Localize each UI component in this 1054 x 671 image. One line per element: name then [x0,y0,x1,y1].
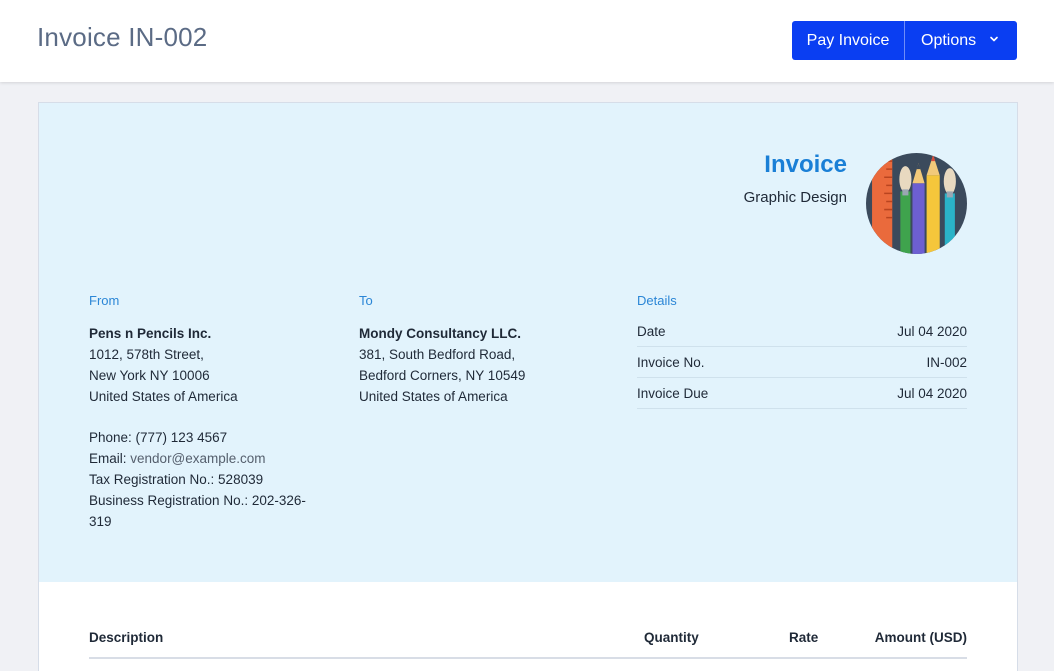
to-label: To [359,293,373,308]
from-label: From [89,293,120,308]
column-header-description: Description [89,630,164,645]
chevron-down-icon [990,36,998,42]
details-label: Details [637,293,677,308]
details-value: Jul 04 2020 [897,385,967,401]
from-address-line: New York NY 10006 [89,368,210,383]
from-block: Pens n Pencils Inc. 1012, 578th Street, … [89,323,319,532]
to-name: Mondy Consultancy LLC. [359,326,521,341]
to-address-line: United States of America [359,389,508,404]
column-header-quantity: Quantity [644,630,699,645]
top-bar: Invoice IN-002 Pay Invoice Options [0,0,1054,82]
options-label: Options [921,31,977,49]
details-list: Date Jul 04 2020 Invoice No. IN-002 Invo… [637,316,967,409]
column-header-rate: Rate [789,630,819,645]
to-block: Mondy Consultancy LLC. 381, South Bedfor… [359,323,589,407]
column-header-amount: Amount (USD) [874,630,967,645]
from-tax-registration: Tax Registration No.: 528039 [89,472,264,487]
invoice-card: Invoice Graphic Design From Pens n Penci… [38,102,1018,671]
from-business-registration-cont: 319 [89,514,112,529]
to-address-line: Bedford Corners, NY 10549 [359,368,526,383]
details-row-invoice-due: Invoice Due Jul 04 2020 [637,378,967,409]
from-address-line: United States of America [89,389,238,404]
action-button-group: Pay Invoice Options [792,21,1017,60]
details-key: Invoice Due [637,385,709,401]
page-title: Invoice IN-002 [37,22,208,52]
details-value: IN-002 [926,354,967,370]
items-table-header: Description Quantity Rate Amount (USD) [89,630,967,659]
invoice-header-panel: Invoice Graphic Design From Pens n Penci… [39,103,1017,582]
from-address-line: 1012, 578th Street, [89,347,204,362]
pencils-brushes-logo-icon [866,153,967,254]
details-row-date: Date Jul 04 2020 [637,316,967,347]
invoice-heading: Invoice [764,151,847,178]
from-email-label: Email: [89,451,127,466]
details-value: Jul 04 2020 [897,323,967,339]
to-address-line: 381, South Bedford Road, [359,347,516,362]
options-dropdown-button[interactable]: Options [905,21,1017,60]
from-name: Pens n Pencils Inc. [89,326,212,341]
from-business-registration: Business Registration No.: 202-326- [89,493,306,508]
pay-invoice-button[interactable]: Pay Invoice [792,21,904,60]
from-email-row: Email: vendor@example.com [89,448,319,469]
details-row-invoice-no: Invoice No. IN-002 [637,347,967,378]
from-email-link[interactable]: vendor@example.com [130,451,265,466]
invoice-subheading: Graphic Design [743,189,847,206]
details-key: Invoice No. [637,354,705,370]
details-key: Date [637,323,666,339]
from-phone: Phone: (777) 123 4567 [89,430,228,445]
